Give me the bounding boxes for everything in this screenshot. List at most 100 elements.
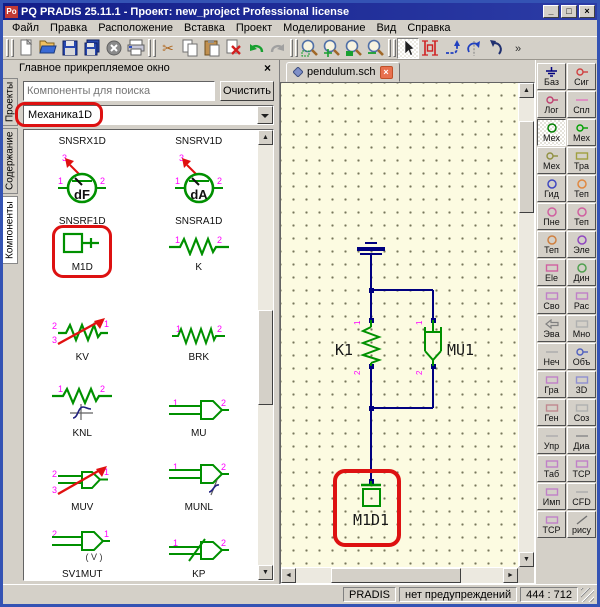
category-button-Теп-9[interactable]: Теп	[567, 175, 596, 202]
component-item-SNSRA1D[interactable]: 312dASNSRA1D	[141, 150, 258, 230]
side-tab-contents[interactable]: Содержание	[3, 128, 18, 194]
scrollbar-thumb[interactable]	[519, 121, 534, 213]
cut-button[interactable]: ✂	[157, 38, 179, 59]
scroll-right-icon[interactable]: ►	[503, 568, 518, 583]
side-tab-components[interactable]: Компоненты	[3, 196, 18, 264]
category-button-Эва-18[interactable]: Эва	[537, 315, 566, 342]
paste-button[interactable]	[201, 38, 223, 59]
scroll-up-icon[interactable]: ▲	[258, 130, 273, 145]
side-tab-projects[interactable]: Проекты	[3, 78, 18, 126]
undo-button[interactable]	[245, 38, 267, 59]
category-button-Лог-2[interactable]: Лог	[537, 91, 566, 118]
scroll-up-icon[interactable]: ▲	[519, 83, 534, 98]
tab-close-icon[interactable]: ×	[380, 66, 393, 79]
maximize-button[interactable]: □	[561, 5, 577, 18]
ground-symbol[interactable]	[357, 243, 385, 290]
category-button-Ele-14[interactable]: Ele	[537, 259, 566, 286]
menu-arrange[interactable]: Расположение	[93, 22, 178, 34]
category-button-Неч-20[interactable]: Неч	[537, 343, 566, 370]
category-dropdown[interactable]: Механика1D	[23, 105, 274, 125]
new-button[interactable]	[15, 38, 37, 59]
category-button-Мех-4[interactable]: Мех	[537, 119, 566, 146]
menu-insert[interactable]: Вставка	[179, 22, 230, 34]
category-button-TCP-32[interactable]: TCP	[537, 511, 566, 538]
category-button-Соз-25[interactable]: Соз	[567, 399, 596, 426]
category-button-Мех-5[interactable]: Мех	[567, 119, 596, 146]
part-MU1[interactable]: 1 2 MU1	[415, 320, 474, 375]
close-button[interactable]: ×	[579, 5, 595, 18]
more-buttons-button[interactable]: »	[507, 38, 529, 59]
component-item-M1D[interactable]: M1D	[24, 230, 141, 276]
component-item-K[interactable]: 12K	[141, 230, 258, 276]
menu-file[interactable]: Файл	[7, 22, 44, 34]
component-item-BRK[interactable]: 12BRK	[141, 276, 258, 366]
clear-search-button[interactable]: Очистить	[220, 81, 274, 101]
category-button-Объ-21[interactable]: Объ	[567, 343, 596, 370]
category-button-Ген-24[interactable]: Ген	[537, 399, 566, 426]
category-button-Пне-10[interactable]: Пне	[537, 203, 566, 230]
category-button-Спл-3[interactable]: Спл	[567, 91, 596, 118]
scroll-left-icon[interactable]: ◄	[281, 568, 296, 583]
category-button-Диа-27[interactable]: Диа	[567, 427, 596, 454]
category-button-рису-33[interactable]: рису	[567, 511, 596, 538]
redo-button[interactable]	[267, 38, 289, 59]
zoom-in-button[interactable]	[321, 38, 343, 59]
category-button-Мех-6[interactable]: Мех	[537, 147, 566, 174]
copy-button[interactable]	[179, 38, 201, 59]
rotate-back-button[interactable]	[485, 38, 507, 59]
component-item-KNL[interactable]: 12KNL	[24, 366, 141, 442]
component-item-SNSRV1D[interactable]: dVSNSRV1D	[141, 130, 258, 150]
component-item-KP[interactable]: 12KP	[141, 516, 258, 580]
category-button-Сиг-1[interactable]: Сиг	[567, 63, 596, 90]
category-button-Мно-19[interactable]: Мно	[567, 315, 596, 342]
category-button-Гра-22[interactable]: Гра	[537, 371, 566, 398]
save-all-button[interactable]	[81, 38, 103, 59]
scroll-down-icon[interactable]: ▼	[258, 565, 273, 580]
zoom-out-button[interactable]	[365, 38, 387, 59]
category-button-Рас-17[interactable]: Рас	[567, 287, 596, 314]
scroll-down-icon[interactable]: ▼	[519, 552, 534, 567]
category-button-Сво-16[interactable]: Сво	[537, 287, 566, 314]
category-button-3D-23[interactable]: 3D	[567, 371, 596, 398]
category-button-CFD-31[interactable]: CFD	[567, 483, 596, 510]
minimize-button[interactable]: _	[543, 5, 559, 18]
resize-grip[interactable]	[581, 588, 594, 602]
component-search-input[interactable]	[23, 81, 215, 101]
part-M1D1[interactable]: M1D1	[353, 481, 389, 529]
rotate-180-button[interactable]	[463, 38, 485, 59]
zoom-window-button[interactable]	[299, 38, 321, 59]
open-button[interactable]	[37, 38, 59, 59]
save-button[interactable]	[59, 38, 81, 59]
category-button-Тра-7[interactable]: Тра	[567, 147, 596, 174]
component-item-SNSRF1D[interactable]: 312dFSNSRF1D	[24, 150, 141, 230]
category-button-Гид-8[interactable]: Гид	[537, 175, 566, 202]
category-button-Дин-15[interactable]: Дин	[567, 259, 596, 286]
zoom-page-button[interactable]	[343, 38, 365, 59]
canvas-hscrollbar[interactable]: ◄ ►	[281, 567, 518, 583]
component-list-scrollbar[interactable]: ▲ ▼	[257, 130, 273, 580]
schematic-canvas[interactable]: 1 2 K1 1 2 MU1 M1D1	[281, 83, 518, 567]
rotate-90-button[interactable]	[441, 38, 463, 59]
scrollbar-thumb[interactable]	[258, 310, 273, 405]
category-button-TCP-29[interactable]: TCP	[567, 455, 596, 482]
category-button-Упр-26[interactable]: Упр	[537, 427, 566, 454]
delete-button[interactable]	[223, 38, 245, 59]
menu-edit[interactable]: Правка	[45, 22, 92, 34]
dropdown-arrow-icon[interactable]	[257, 106, 273, 124]
category-button-Имп-30[interactable]: Имп	[537, 483, 566, 510]
select-tool-button[interactable]	[397, 38, 419, 59]
frame-tool-button[interactable]	[419, 38, 441, 59]
wires[interactable]	[371, 290, 433, 481]
panel-close-icon[interactable]: ×	[262, 61, 273, 75]
canvas-vscrollbar[interactable]: ▲ ▼	[518, 83, 534, 567]
component-item-MUV[interactable]: 213MUV	[24, 442, 141, 516]
component-item-SNSRX1D[interactable]: dXSNSRX1D	[24, 130, 141, 150]
component-item-KV[interactable]: 213KV	[24, 276, 141, 366]
print-button[interactable]	[125, 38, 147, 59]
category-button-Таб-28[interactable]: Таб	[537, 455, 566, 482]
category-button-Теп-12[interactable]: Теп	[537, 231, 566, 258]
tab-pendulum-sch[interactable]: pendulum.sch ×	[286, 62, 400, 82]
category-button-Баз-0[interactable]: Баз	[537, 63, 566, 90]
component-item-MU[interactable]: 12MU	[141, 366, 258, 442]
menu-help[interactable]: Справка	[402, 22, 455, 34]
